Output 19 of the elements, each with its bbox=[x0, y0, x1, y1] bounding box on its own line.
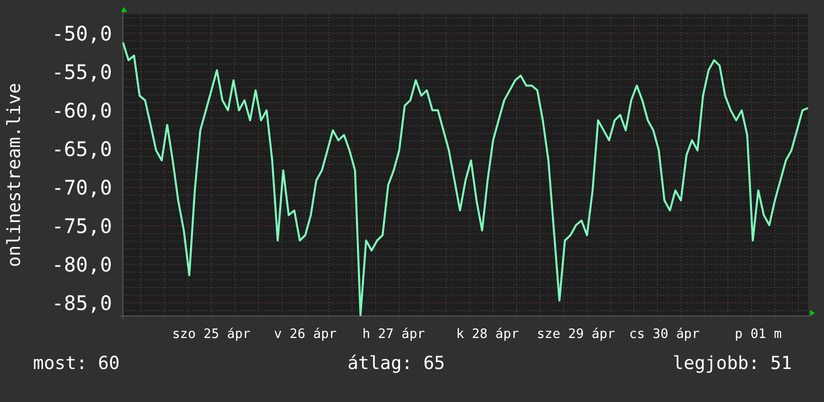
stat-text: átlag: 65 bbox=[347, 352, 446, 376]
x-tick-label: k 28 ápr bbox=[456, 327, 519, 342]
y-tick-label: -80,0 bbox=[52, 252, 112, 276]
x-tick-label: cs 30 ápr bbox=[629, 327, 700, 342]
x-tick-label: h 27 ápr bbox=[362, 327, 425, 342]
y-tick-label: -75,0 bbox=[52, 214, 112, 238]
x-tick-label: v 26 ápr bbox=[274, 327, 337, 342]
stat-text: most: 60 bbox=[33, 352, 120, 376]
stat-text: legjobb: 51 bbox=[672, 352, 792, 376]
x-tick-label: p 01 m bbox=[734, 327, 782, 342]
y-tick-label: -60,0 bbox=[52, 98, 112, 122]
y-axis-title: onlinestream.live bbox=[4, 82, 25, 268]
y-tick-label: -65,0 bbox=[52, 136, 112, 161]
y-tick-label: -55,0 bbox=[52, 60, 112, 84]
x-tick-label: sze 29 ápr bbox=[536, 327, 616, 342]
y-tick-label: -70,0 bbox=[52, 175, 112, 200]
x-tick-label: szo 25 ápr bbox=[172, 327, 251, 342]
y-tick-label: -50,0 bbox=[52, 21, 112, 46]
y-tick-label: -85,0 bbox=[52, 290, 112, 315]
